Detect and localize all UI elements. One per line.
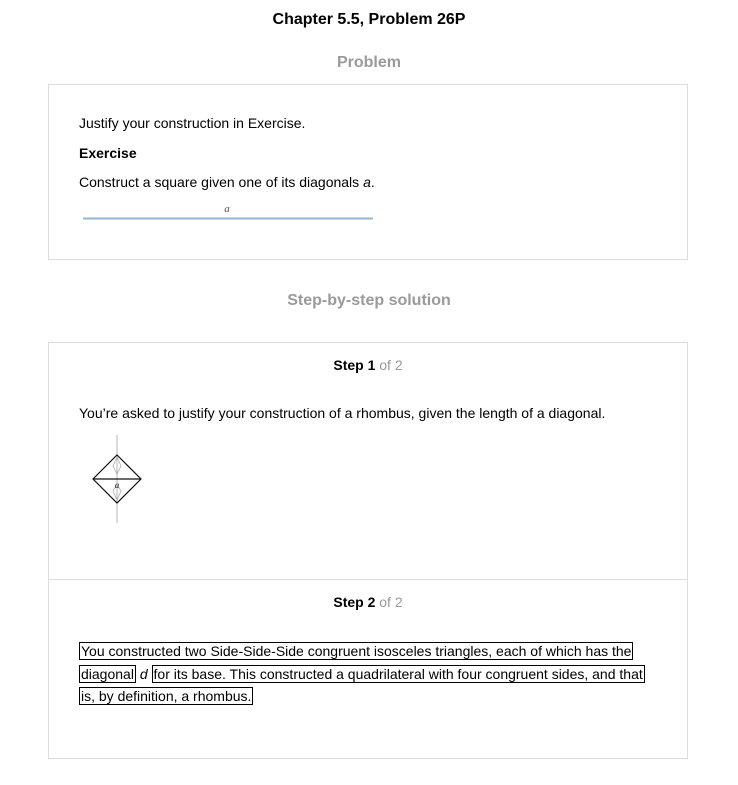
step-1-text: You’re asked to justify your constructio… (79, 405, 606, 421)
step-1-title: Step 1 of 2 (49, 357, 687, 373)
step-1-of: of 2 (375, 357, 403, 373)
step-1-label: Step 1 (333, 357, 376, 373)
problem-card: Justify your construction in Exercise. E… (48, 84, 688, 260)
step-2-text: You constructed two Side-Side-Side congr… (79, 640, 659, 708)
rhombus-figure: a (92, 435, 142, 523)
solution-heading: Step-by-step solution (287, 292, 451, 309)
step-2-of: of 2 (375, 594, 403, 610)
rhombus-diagonal-label: a (115, 480, 120, 490)
step-divider (49, 579, 687, 580)
exercise-text: Construct a square given one of its diag… (79, 174, 375, 191)
exercise-variable: a (363, 174, 371, 190)
page-title: Chapter 5.5, Problem 26P (272, 11, 466, 28)
exercise-label: Exercise (79, 145, 137, 161)
diagonal-segment-label: a (224, 203, 230, 215)
step-2-title: Step 2 of 2 (49, 594, 687, 610)
step-2-variable: d (139, 665, 148, 682)
solution-card: Step 1 of 2 You’re asked to justify your… (48, 342, 688, 759)
exercise-text-after: . (370, 174, 375, 190)
exercise-text-before: Construct a square given one of its diag… (79, 174, 364, 190)
problem-heading: Problem (336, 54, 401, 71)
problem-intro: Justify your construction in Exercise. (79, 115, 306, 131)
diagonal-segment-figure: a (83, 203, 373, 220)
step-2-label: Step 2 (333, 594, 376, 610)
step-2-segment-3: for its base. This constructed a quadril… (79, 664, 645, 705)
